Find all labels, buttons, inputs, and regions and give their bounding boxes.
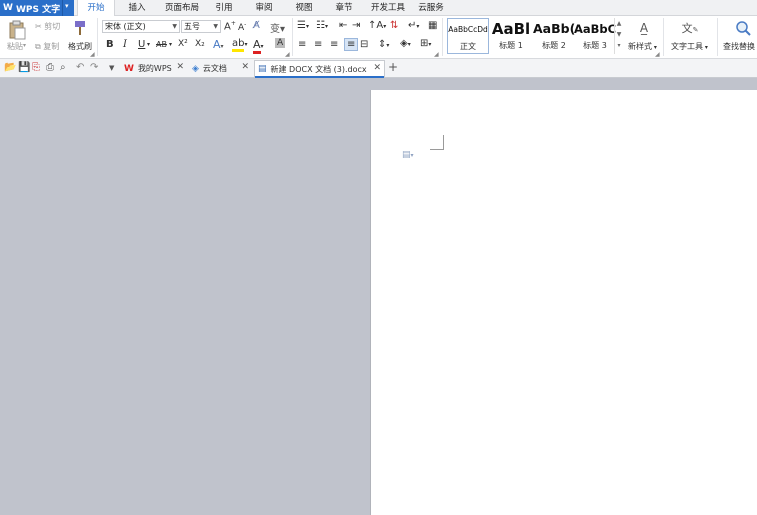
underline-button[interactable]: U (138, 39, 145, 50)
cloud-cube-icon: ◈ (192, 63, 199, 74)
align-right-icon[interactable]: ≡ (330, 39, 338, 50)
open-folder-icon[interactable]: 📂 (4, 62, 16, 74)
bullet-list-icon[interactable]: ☰▾ (297, 20, 309, 31)
sort-icon[interactable]: ⇅ (390, 20, 398, 31)
style-heading-3[interactable]: AaBbC 标题 3 (574, 18, 616, 54)
font-color-button[interactable]: A▾ (253, 38, 264, 54)
print-icon[interactable]: ⎙ (46, 62, 54, 74)
app-title: WPS 文字 (15, 4, 61, 15)
tab-insert[interactable]: 插入 (120, 0, 154, 16)
tab-developer[interactable]: 开发工具 (366, 0, 410, 16)
save-icon[interactable]: 💾 (18, 62, 30, 74)
tab-references[interactable]: 引用 (208, 0, 240, 16)
tab-cloud-service[interactable]: 云服务 (414, 0, 448, 16)
styles-scroll[interactable]: ▲ ▼ ▾ (614, 18, 623, 54)
style-heading-2[interactable]: AaBb( 标题 2 (533, 18, 575, 54)
text-tools-icon[interactable]: 文✎ (680, 19, 700, 37)
clear-format-icon[interactable]: A̸ (253, 20, 260, 31)
superscript-button[interactable]: X² (178, 39, 188, 49)
align-center-icon[interactable]: ≡ (314, 39, 322, 50)
chevron-down-icon[interactable]: ▾ (147, 41, 150, 48)
style-heading-1[interactable]: AaBl 标题 1 (490, 18, 532, 54)
shrink-font-icon[interactable]: A- (238, 21, 246, 33)
close-icon[interactable]: ✕ (241, 62, 249, 72)
bold-button[interactable]: B (106, 39, 114, 50)
page-margin-corner (430, 135, 444, 150)
document-workspace[interactable] (0, 78, 757, 515)
font-name-select[interactable]: 宋体 (正文) ▼ (102, 20, 180, 33)
document-icon: ▤ (258, 64, 267, 74)
paragraph-shading-icon[interactable]: ◈▾ (400, 38, 411, 49)
paragraph-layout-icon[interactable]: ▤▾ (402, 150, 414, 160)
copy-button[interactable]: ⧉ 复制 (35, 41, 59, 52)
wps-app-menu-button[interactable]: W WPS 文字 ▾ (0, 0, 74, 16)
align-left-icon[interactable]: ≡ (298, 39, 306, 50)
numbered-list-icon[interactable]: ☷▾ (316, 20, 328, 31)
new-style-icon[interactable]: A̲ (634, 19, 654, 37)
chevron-down-icon: ▼ (213, 23, 218, 30)
customize-toolbar-icon[interactable]: ▼ (109, 62, 114, 74)
chevron-down-icon[interactable]: ▾ (65, 2, 69, 10)
phonetic-guide-icon[interactable]: 变▾ (270, 20, 285, 35)
borders-icon[interactable]: ⊞▾ (420, 38, 431, 49)
menu-bar: W WPS 文字 ▾ 开始 插入 页面布局 引用 审阅 视图 章节 开发工具 云… (0, 0, 757, 17)
ribbon: 粘贴 ▾ ✂ 剪切 ⧉ 复制 格式刷 ◢ 宋体 (正文) ▼ 五号 ▼ A+ A- … (0, 16, 757, 59)
tab-home[interactable]: 开始 (77, 0, 115, 17)
new-tab-icon[interactable]: + (388, 61, 398, 73)
close-icon[interactable]: ✕ (373, 63, 381, 73)
justify-icon[interactable]: ≡ (344, 38, 359, 51)
dialog-launcher-icon[interactable]: ◢ (90, 51, 95, 58)
tab-view[interactable]: 视图 (288, 0, 320, 16)
new-style-button[interactable]: 新样式 ▾ (628, 41, 657, 52)
document-page[interactable] (370, 90, 757, 515)
tab-review[interactable]: 审阅 (248, 0, 280, 16)
text-tools-button[interactable]: 文字工具 ▾ (671, 41, 708, 52)
redo-icon[interactable]: ↷ (90, 62, 98, 74)
distribute-icon[interactable]: ⊟ (360, 39, 368, 50)
decrease-indent-icon[interactable]: ⇤ (339, 20, 347, 31)
grow-font-icon[interactable]: A+ (224, 20, 236, 32)
tab-chapter[interactable]: 章节 (328, 0, 360, 16)
text-direction-icon[interactable]: ↑A▾ (368, 20, 386, 31)
text-effect-icon[interactable]: A▾ (213, 38, 224, 51)
chevron-down-icon[interactable]: ▾ (169, 41, 172, 48)
subscript-button[interactable]: X₂ (195, 39, 205, 49)
print-preview-icon[interactable]: ⌕ (60, 62, 66, 74)
strikethrough-button[interactable]: AB (156, 40, 167, 49)
tab-page-layout[interactable]: 页面布局 (160, 0, 204, 16)
format-painter-button[interactable] (70, 19, 90, 37)
magnifier-icon (736, 21, 751, 36)
clipboard-icon (9, 20, 26, 40)
paste-button[interactable] (6, 19, 28, 41)
tab-my-wps[interactable]: W 我的WPS ✕ (121, 60, 187, 77)
dialog-launcher-icon[interactable]: ◢ (434, 51, 439, 58)
line-spacing-icon[interactable]: ⇕▾ (378, 39, 389, 50)
font-size-select[interactable]: 五号 ▼ (181, 20, 221, 33)
italic-button[interactable]: I (123, 39, 127, 50)
wps-icon: W (124, 63, 134, 74)
dialog-launcher-icon[interactable]: ◢ (655, 51, 660, 58)
close-icon[interactable]: ✕ (176, 62, 184, 72)
format-painter-label: 格式刷 (68, 42, 92, 51)
style-normal[interactable]: AaBbCcDd 正文 (447, 18, 489, 54)
find-replace-button[interactable]: 查找替换 (723, 41, 755, 52)
find-replace-icon[interactable] (733, 19, 753, 37)
increase-indent-icon[interactable]: ⇥ (352, 20, 360, 31)
dialog-launcher-icon[interactable]: ◢ (285, 51, 290, 58)
tab-cloud-docs[interactable]: ◈ 云文档 ✕ (189, 60, 252, 77)
tab-current-document[interactable]: ▤ 新建 DOCX 文档 (3).docx ✕ (254, 60, 385, 77)
brush-icon (75, 21, 85, 35)
show-marks-icon[interactable]: ↵▾ (408, 20, 419, 31)
export-pdf-icon[interactable]: ⎘ (32, 62, 40, 74)
chevron-down-icon[interactable]: ▾ (23, 42, 26, 49)
cut-button[interactable]: ✂ 剪切 (35, 21, 60, 32)
wps-logo-icon: W (3, 3, 13, 13)
paste-label: 粘贴 (7, 42, 23, 51)
highlight-icon[interactable]: ab▾ (232, 38, 248, 52)
chevron-down-icon: ▼ (172, 23, 177, 30)
char-shading-icon[interactable]: A (275, 38, 286, 48)
undo-icon[interactable]: ↶ (76, 62, 84, 74)
table-grid-icon[interactable]: ▦ (428, 20, 437, 31)
